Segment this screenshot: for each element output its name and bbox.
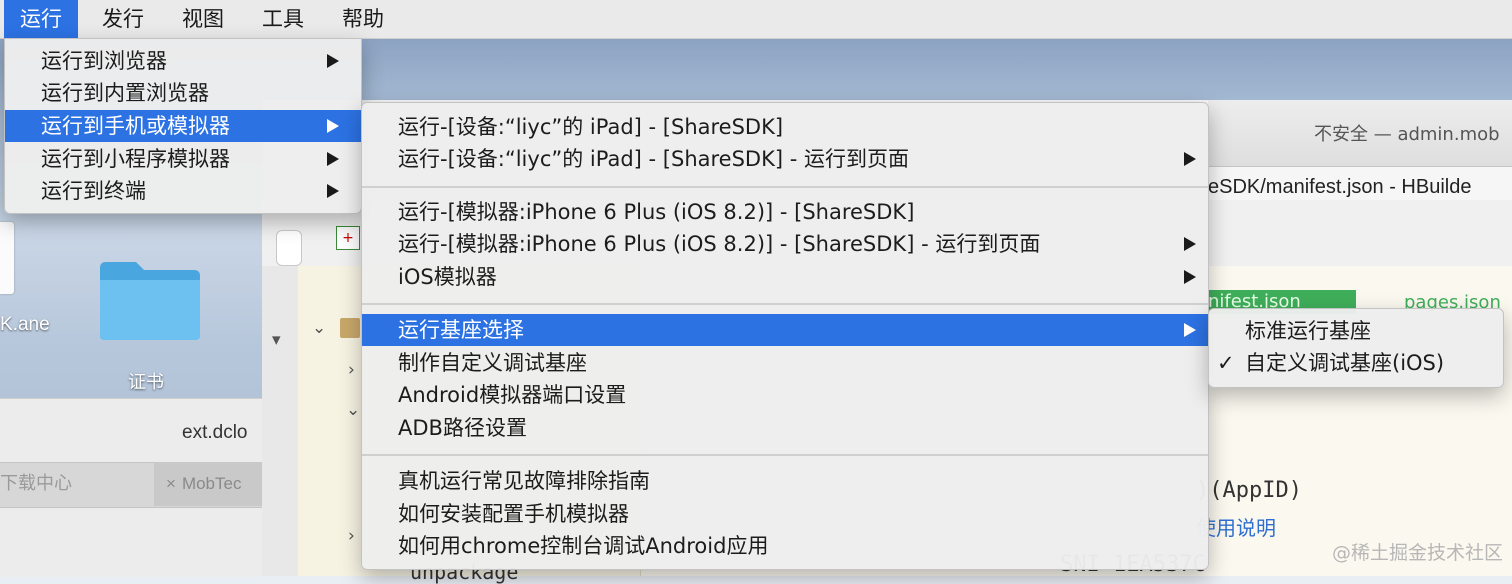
menu-item-label: 运行基座选择 [398, 318, 524, 342]
browser-tab-downloads[interactable]: 下载中心 [0, 462, 152, 506]
menu-item-make-custom-base[interactable]: 制作自定义调试基座 [362, 347, 1208, 379]
search-input[interactable] [276, 230, 302, 266]
base-submenu: 标准运行基座 ✓ 自定义调试基座(iOS) [1208, 308, 1504, 388]
menu-item-label: 制作自定义调试基座 [398, 351, 587, 375]
menu-item-label: ADB路径设置 [398, 416, 527, 440]
chevron-right-icon [1184, 228, 1200, 260]
menu-publish[interactable]: 发行 [86, 0, 160, 38]
menu-item-label: 自定义调试基座(iOS) [1245, 351, 1445, 375]
menu-item-run-simulator[interactable]: 运行-[模拟器:iPhone 6 Plus (iOS 8.2)] - [Shar… [362, 196, 1208, 228]
menu-item-label: 运行-[模拟器:iPhone 6 Plus (iOS 8.2)] - [Shar… [398, 200, 915, 224]
menu-help[interactable]: 帮助 [326, 0, 400, 38]
menu-item-run-device[interactable]: 运行到手机或模拟器 [5, 110, 361, 142]
watermark: @稀土掘金技术社区 [1332, 542, 1504, 564]
chevron-right-icon [327, 143, 343, 175]
menu-item-run-simulator-page[interactable]: 运行-[模拟器:iPhone 6 Plus (iOS 8.2)] - [Shar… [362, 228, 1208, 260]
menu-item-run-browser[interactable]: 运行到浏览器 [5, 45, 361, 77]
project-folder-icon [340, 318, 360, 338]
chevron-down-icon[interactable]: ▾ [272, 330, 281, 350]
menu-item-android-port[interactable]: Android模拟器端口设置 [362, 379, 1208, 411]
menu-item-adb-path[interactable]: ADB路径设置 [362, 412, 1208, 444]
menu-item-standard-base[interactable]: 标准运行基座 [1209, 315, 1503, 347]
device-submenu: 运行-[设备:“liyc”的 iPad] - [ShareSDK] 运行-[设备… [361, 102, 1209, 570]
menu-item-label: iOS模拟器 [398, 265, 497, 289]
menu-item-label: 运行到浏览器 [41, 49, 167, 73]
menu-item-label: 标准运行基座 [1245, 319, 1371, 343]
menu-separator [362, 303, 1208, 305]
desktop-file-label: K.ane [0, 314, 50, 335]
chevron-right-icon [1184, 314, 1200, 346]
menu-separator [362, 454, 1208, 456]
chevron-right-icon[interactable]: › [348, 526, 355, 546]
menu-item-label: 运行到终端 [41, 179, 146, 203]
close-icon[interactable]: × [166, 474, 176, 493]
menu-item-run-terminal[interactable]: 运行到终端 [5, 175, 361, 207]
menu-item-label: 运行到内置浏览器 [41, 81, 209, 105]
run-menu: 运行到浏览器 运行到内置浏览器 运行到手机或模拟器 运行到小程序模拟器 运行到终… [4, 38, 362, 214]
menu-item-label: 如何安装配置手机模拟器 [398, 502, 629, 526]
menu-item-label: 运行-[模拟器:iPhone 6 Plus (iOS 8.2)] - [Shar… [398, 232, 1041, 256]
chevron-right-icon [327, 110, 343, 142]
menu-tools[interactable]: 工具 [246, 0, 320, 38]
menu-item-run-builtin-browser[interactable]: 运行到内置浏览器 [5, 77, 361, 109]
menu-item-custom-base[interactable]: ✓ 自定义调试基座(iOS) [1209, 347, 1503, 379]
appid-label: )(AppID) [1196, 478, 1302, 503]
menu-item-label: Android模拟器端口设置 [398, 383, 627, 407]
menu-separator [362, 186, 1208, 188]
menu-item-chrome-debug[interactable]: 如何用chrome控制台调试Android应用 [362, 530, 1208, 562]
menu-item-run-miniprogram[interactable]: 运行到小程序模拟器 [5, 143, 361, 175]
menu-item-run-ipad-page[interactable]: 运行-[设备:“liyc”的 iPad] - [ShareSDK] - 运行到页… [362, 143, 1208, 175]
menu-run[interactable]: 运行 [4, 0, 78, 38]
menu-item-run-ipad[interactable]: 运行-[设备:“liyc”的 iPad] - [ShareSDK] [362, 111, 1208, 143]
chevron-right-icon [1184, 261, 1200, 293]
menu-item-base-select[interactable]: 运行基座选择 [362, 314, 1208, 346]
checkmark-icon: ✓ [1217, 351, 1235, 375]
menu-item-ios-simulator[interactable]: iOS模拟器 [362, 261, 1208, 293]
menu-item-label: 运行-[设备:“liyc”的 iPad] - [ShareSDK] - 运行到页… [398, 147, 909, 171]
menu-item-label: 运行-[设备:“liyc”的 iPad] - [ShareSDK] [398, 115, 784, 139]
chevron-down-icon[interactable]: ⌄ [346, 400, 360, 420]
browser-tab-label: 下载中心 [0, 473, 72, 494]
chevron-down-icon[interactable]: ⌄ [312, 318, 326, 338]
menu-item-install-emulator[interactable]: 如何安装配置手机模拟器 [362, 498, 1208, 530]
menu-item-label: 运行到手机或模拟器 [41, 114, 230, 138]
menu-item-label: 真机运行常见故障排除指南 [398, 469, 650, 493]
folder-icon[interactable] [98, 258, 202, 342]
menu-item-label: 运行到小程序模拟器 [41, 147, 230, 171]
chevron-right-icon [1184, 143, 1200, 175]
menu-item-troubleshoot-guide[interactable]: 真机运行常见故障排除指南 [362, 465, 1208, 497]
browser-tab-label: MobTec [181, 474, 242, 493]
window-title: eSDK/manifest.json - HBuilde [1208, 176, 1472, 198]
chevron-right-icon [327, 45, 343, 77]
browser-url-text[interactable]: ext.dclo [182, 422, 247, 444]
browser-tab-mobtech[interactable]: × MobTec [154, 462, 262, 506]
desktop-file-icon[interactable] [0, 222, 14, 294]
menu-item-label: 如何用chrome控制台调试Android应用 [398, 534, 769, 558]
folder-label: 证书 [128, 372, 164, 393]
new-file-icon[interactable]: + [336, 226, 360, 250]
menu-view[interactable]: 视图 [166, 0, 240, 38]
address-bar-text[interactable]: 不安全 — admin.mob [1314, 120, 1500, 146]
chevron-right-icon[interactable]: › [348, 360, 355, 380]
chevron-right-icon [327, 175, 343, 207]
side-strip [262, 266, 299, 576]
